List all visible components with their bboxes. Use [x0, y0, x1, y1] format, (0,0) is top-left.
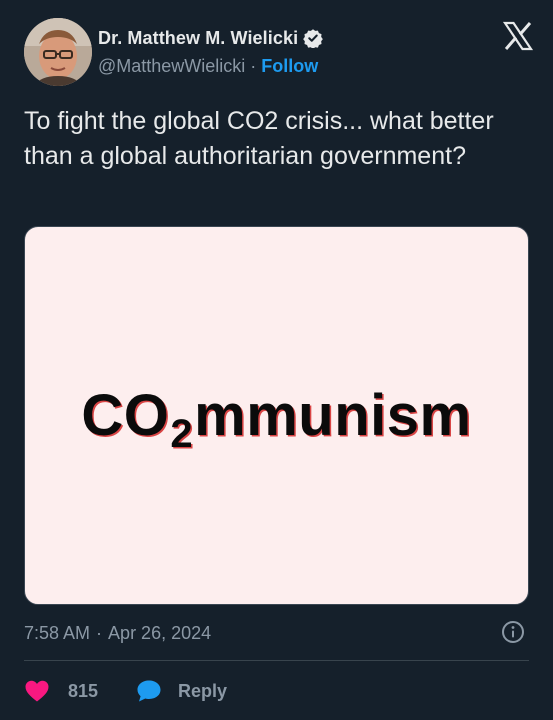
media-caption: CO2mmunism	[25, 382, 528, 456]
timestamp-separator: ·	[96, 622, 103, 643]
author-info: Dr. Matthew M. Wielicki @MatthewWielicki…	[98, 26, 324, 78]
speech-bubble-icon	[137, 680, 161, 702]
info-icon[interactable]	[501, 620, 525, 644]
media-word-suffix: mmunism	[194, 383, 472, 448]
tweet-actions: 815 Reply	[24, 676, 227, 706]
reply-label: Reply	[178, 680, 228, 701]
tweet-media-image[interactable]: CO2mmunism	[24, 226, 529, 605]
author-handle[interactable]: @MatthewWielicki	[98, 56, 245, 77]
media-word-prefix: CO	[81, 383, 170, 448]
verified-badge-icon	[303, 28, 324, 49]
like-button[interactable]: 815	[24, 679, 98, 703]
divider	[24, 660, 529, 661]
reply-button[interactable]: Reply	[136, 679, 227, 703]
tweet-date[interactable]: Apr 26, 2024	[108, 623, 211, 644]
author-display-name[interactable]: Dr. Matthew M. Wielicki	[98, 28, 298, 49]
heart-icon	[25, 680, 49, 702]
avatar[interactable]	[24, 18, 92, 86]
like-count: 815	[68, 680, 99, 701]
tweet-header: Dr. Matthew M. Wielicki @MatthewWielicki…	[24, 18, 534, 88]
tweet-timestamp: 7:58 AM · Apr 26, 2024	[24, 620, 529, 646]
tweet-text: To fight the global CO2 crisis... what b…	[24, 107, 501, 170]
media-word-subscript: 2	[170, 412, 194, 456]
follow-button[interactable]: Follow	[261, 56, 318, 77]
tweet-time[interactable]: 7:58 AM	[24, 623, 90, 644]
handle-separator: ·	[250, 55, 257, 76]
x-logo-icon[interactable]	[502, 20, 534, 52]
